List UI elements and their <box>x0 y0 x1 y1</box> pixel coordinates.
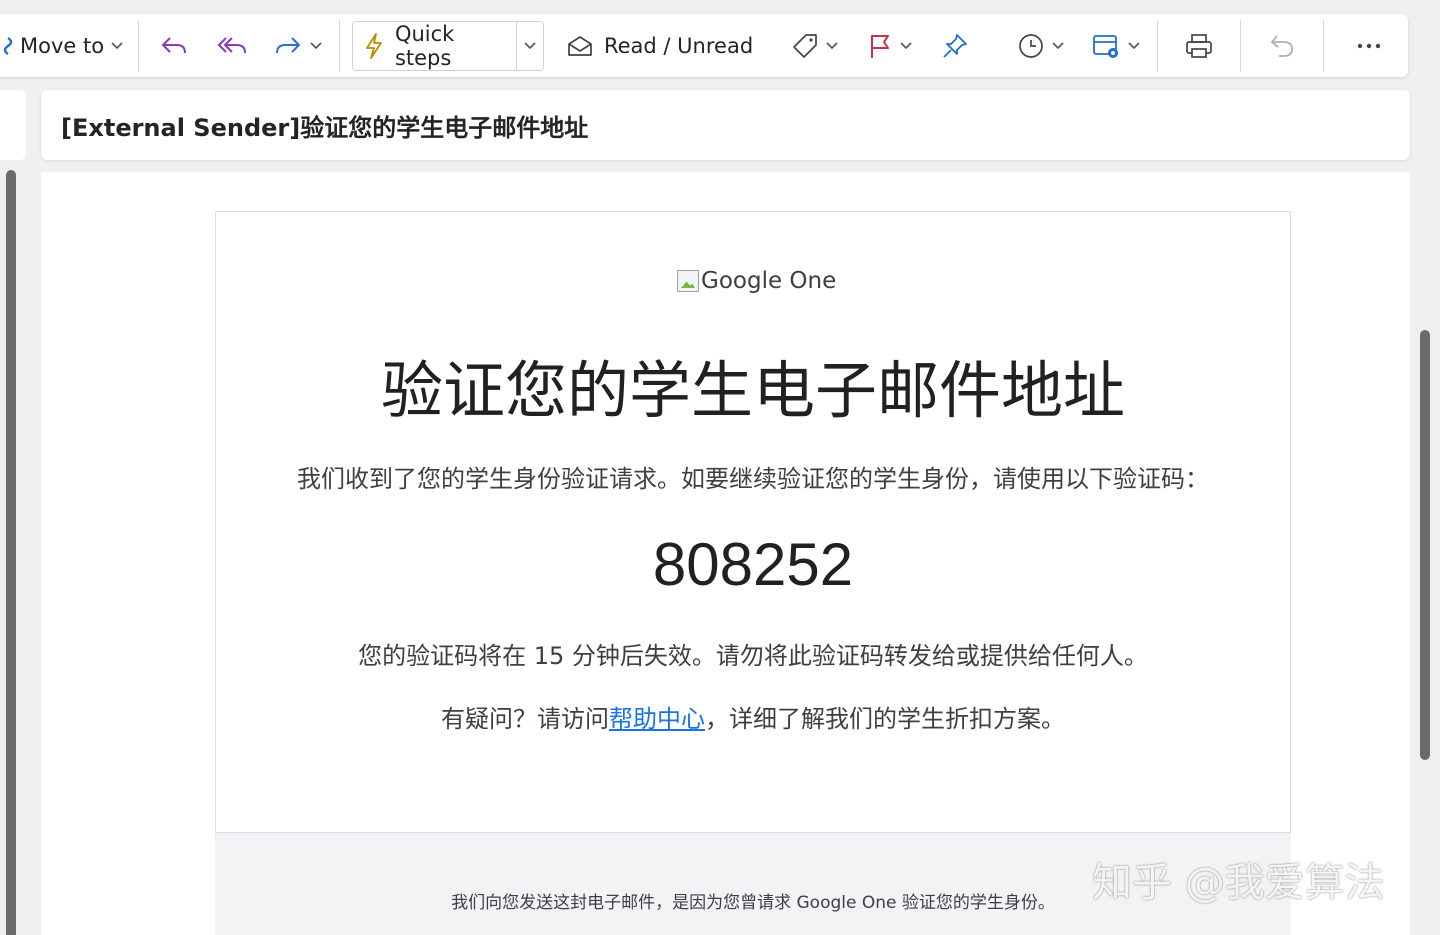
help-text: 有疑问？请访问帮助中心，详细了解我们的学生折扣方案。 <box>215 699 1291 734</box>
chevron-down-icon <box>523 41 537 51</box>
reply-icon <box>159 33 189 59</box>
move-to-label: Move to <box>20 33 105 58</box>
chevron-down-icon <box>110 41 124 51</box>
undo-icon <box>1267 32 1297 60</box>
broken-image-icon <box>677 270 699 292</box>
quick-steps-button[interactable]: Quick steps <box>353 21 517 70</box>
categorize-button[interactable] <box>783 24 847 68</box>
pin-icon <box>941 32 969 60</box>
flag-button[interactable] <box>859 24 921 68</box>
reply-button[interactable] <box>145 24 203 68</box>
toolbar-divider <box>138 19 140 72</box>
command-toolbar: Move to Quick steps Read / Unread <box>0 14 1408 77</box>
tag-icon <box>791 32 819 60</box>
folder-move-icon <box>0 35 14 57</box>
forward-icon <box>273 33 303 59</box>
quick-steps-dropdown[interactable] <box>517 22 543 70</box>
undo-button[interactable] <box>1247 24 1317 68</box>
quick-steps-split-button: Quick steps <box>351 20 544 71</box>
chevron-down-icon <box>825 41 839 51</box>
message-list-scrollbar[interactable] <box>6 170 16 935</box>
toolbar-divider <box>1240 19 1242 72</box>
chevron-down-icon <box>899 41 913 51</box>
move-to-button[interactable]: Move to <box>0 24 132 68</box>
read-unread-button[interactable]: Read / Unread <box>558 24 761 68</box>
google-one-logo: Google One <box>677 266 836 296</box>
email-body-card <box>215 211 1291 833</box>
toolbar-divider <box>1323 19 1324 72</box>
toolbar-divider <box>1157 19 1159 72</box>
email-headline: 验证您的学生电子邮件地址 <box>380 354 1125 427</box>
rules-settings-icon <box>1091 32 1121 60</box>
help-center-link[interactable]: 帮助中心 <box>609 705 705 733</box>
message-list-pane-edge <box>0 90 26 160</box>
reply-all-icon <box>217 33 249 59</box>
envelope-open-icon <box>566 33 594 59</box>
printer-icon <box>1184 32 1214 60</box>
clock-icon <box>1017 32 1045 60</box>
email-intro-text: 我们收到了您的学生身份验证请求。如要继续验证您的学生身份，请使用以下验证码： <box>297 465 1209 493</box>
toolbar-divider <box>339 19 340 72</box>
forward-button[interactable] <box>263 24 333 68</box>
verification-code: 808252 <box>652 531 854 598</box>
email-subject: [External Sender]验证您的学生电子邮件地址 <box>41 90 1410 160</box>
snooze-button[interactable] <box>1009 24 1073 68</box>
print-button[interactable] <box>1164 24 1234 68</box>
read-unread-label: Read / Unread <box>603 33 754 58</box>
expiration-note: 您的验证码将在 15 分钟后失效。请勿将此验证码转发给或提供给任何人。 <box>358 642 1148 670</box>
help-prefix: 有疑问？请访问 <box>441 705 609 733</box>
more-icon <box>1356 42 1382 50</box>
chevron-down-icon <box>1051 41 1065 51</box>
chevron-down-icon <box>309 41 323 51</box>
flag-icon <box>867 32 893 60</box>
more-options-button[interactable] <box>1330 24 1408 68</box>
reply-all-button[interactable] <box>203 24 263 68</box>
reading-pane-scrollbar[interactable] <box>1420 330 1430 760</box>
logo-alt-text: Google One <box>701 268 837 294</box>
quick-steps-label: Quick steps <box>394 21 455 70</box>
chevron-down-icon <box>1127 41 1141 51</box>
rules-button[interactable] <box>1083 24 1149 68</box>
help-suffix: ，详细了解我们的学生折扣方案。 <box>705 705 1065 733</box>
lightning-icon <box>363 32 385 60</box>
watermark: 知乎 @我爱算法 <box>1092 860 1385 906</box>
pin-button[interactable] <box>933 24 977 68</box>
